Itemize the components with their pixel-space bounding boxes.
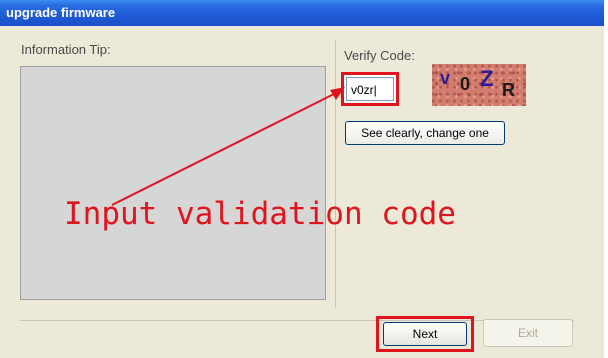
verify-code-input[interactable]: v0zr|	[346, 77, 394, 101]
captcha-char-1: v	[440, 68, 451, 88]
vertical-divider	[335, 40, 336, 308]
window-title: upgrade firmware	[0, 0, 604, 26]
captcha-char-4: R	[502, 80, 515, 100]
captcha-char-3: Z	[480, 66, 494, 91]
next-button[interactable]: Next	[383, 322, 467, 346]
next-button-highlight: Next	[376, 316, 474, 352]
information-tip-label: Information Tip:	[21, 42, 111, 57]
captcha-char-2: 0	[460, 74, 471, 94]
annotation-text: Input validation code	[64, 196, 456, 232]
verify-code-value: v0zr	[351, 83, 374, 97]
dialog-body: Information Tip: Verify Code: v0zr| v 0 …	[0, 26, 604, 358]
information-tip-box	[20, 66, 326, 300]
change-captcha-button[interactable]: See clearly, change one	[345, 121, 505, 145]
upgrade-firmware-dialog: upgrade firmware Information Tip: Verify…	[0, 0, 608, 358]
captcha-image: v 0 Z R	[432, 64, 526, 106]
verify-code-label: Verify Code:	[344, 48, 415, 63]
exit-button[interactable]: Exit	[483, 319, 573, 347]
verify-input-highlight: v0zr|	[341, 72, 399, 106]
